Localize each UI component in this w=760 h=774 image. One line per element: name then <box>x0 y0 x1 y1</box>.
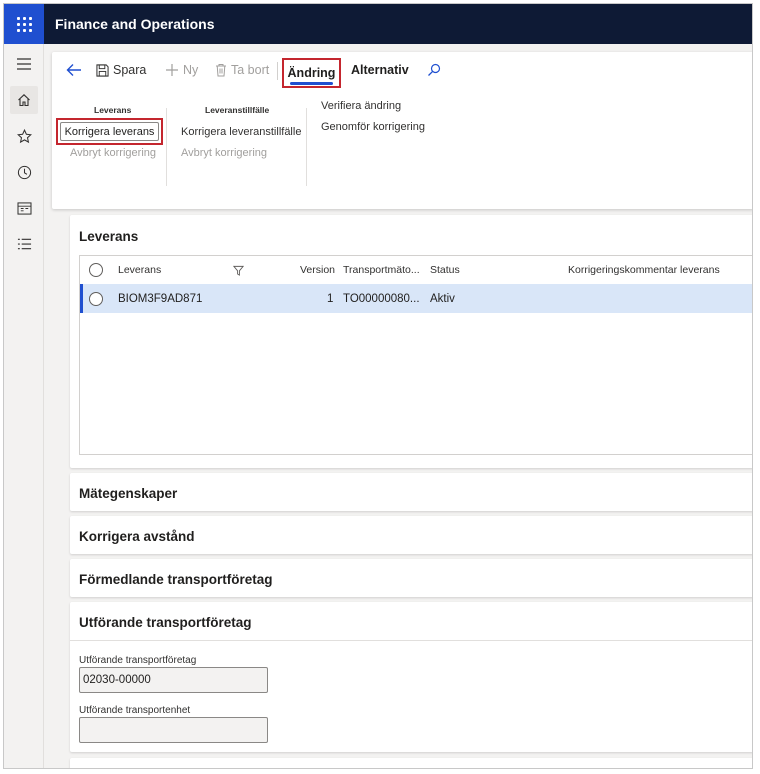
tab-andring[interactable]: Ändring <box>282 58 341 88</box>
column-header-transport[interactable]: Transportmäto... <box>343 256 420 284</box>
shipment-grid: Leverans Version Transportmäto... Status… <box>79 255 752 455</box>
delete-button[interactable]: Ta bort <box>215 52 269 88</box>
hamburger-icon[interactable] <box>10 50 38 78</box>
navigation-rail <box>4 44 44 768</box>
shipment-section-title[interactable]: Leverans <box>79 229 138 244</box>
clock-icon[interactable] <box>10 158 38 186</box>
intermediary-section[interactable]: Förmedlande transportföretag <box>70 559 752 597</box>
tab-andring-label: Ändring <box>287 66 336 80</box>
app-window: Finance and Operations Spara Ny Ta bort … <box>3 3 753 769</box>
save-button[interactable]: Spara <box>96 52 146 88</box>
column-header-shipment[interactable]: Leverans <box>118 256 161 284</box>
filter-icon[interactable] <box>233 256 244 284</box>
home-icon[interactable] <box>10 86 38 114</box>
star-icon[interactable] <box>10 122 38 150</box>
carrier-section-title[interactable]: Utförande transportföretag <box>79 615 252 630</box>
section-divider <box>70 640 752 641</box>
column-header-version[interactable]: Version <box>300 256 335 284</box>
save-label: Spara <box>113 63 147 77</box>
trash-icon <box>215 63 227 77</box>
transport-unit-label: Utförande transportenhet <box>79 705 191 716</box>
verify-change-button[interactable]: Verifiera ändring <box>321 100 401 112</box>
row-select-radio[interactable] <box>89 284 103 313</box>
grid-header: Leverans Version Transportmäto... Status… <box>80 256 752 284</box>
list-icon[interactable] <box>10 230 38 258</box>
apply-correction-button[interactable]: Genomför korrigering <box>321 121 425 133</box>
shipment-section: Leverans Leverans Version Transportmäto.… <box>70 215 752 468</box>
new-label: Ny <box>183 63 199 77</box>
select-all-radio[interactable] <box>89 256 103 284</box>
cell-transport: TO00000080... <box>343 292 420 305</box>
measure-section-title: Mätegenskaper <box>79 486 178 501</box>
correct-shipment-button[interactable]: Korrigera leverans <box>60 122 159 141</box>
search-icon[interactable] <box>427 63 441 77</box>
cell-version: 1 <box>327 292 334 305</box>
app-title: Finance and Operations <box>55 16 215 32</box>
plus-icon <box>165 63 179 77</box>
delete-label: Ta bort <box>231 63 270 77</box>
correct-shipment-instance-button[interactable]: Korrigera leveranstillfälle <box>181 126 301 138</box>
group-title-leveranstillfalle: Leveranstillfälle <box>205 105 270 115</box>
back-button[interactable] <box>66 52 86 88</box>
carrier-field[interactable]: 02030-00000 <box>79 667 268 693</box>
intermediary-section-title: Förmedlande transportföretag <box>79 572 273 587</box>
cancel-correction-shipment-button[interactable]: Avbryt korrigering <box>70 147 156 159</box>
waffle-icon[interactable] <box>4 4 44 44</box>
workspace-icon[interactable] <box>10 194 38 222</box>
active-tab-indicator <box>290 82 333 85</box>
group-title-leverans: Leverans <box>94 105 132 115</box>
tab-alternativ-label: Alternativ <box>351 63 409 77</box>
ribbon-group-divider <box>306 108 307 186</box>
next-section <box>70 758 752 768</box>
cell-status: Aktiv <box>430 292 455 305</box>
column-header-comment[interactable]: Korrigeringskommentar leverans <box>568 256 720 284</box>
carrier-field-label: Utförande transportföretag <box>79 655 197 666</box>
top-bar: Finance and Operations <box>4 4 752 44</box>
back-arrow-icon <box>66 63 82 77</box>
ribbon-group-divider <box>166 108 167 186</box>
carrier-section: Utförande transportföretag Utförande tra… <box>70 602 752 752</box>
action-pane: Spara Ny Ta bort Ändring Alternativ Leve… <box>52 52 752 209</box>
transport-unit-field[interactable] <box>79 717 268 743</box>
tab-alternativ[interactable]: Alternativ <box>351 52 409 88</box>
column-header-status[interactable]: Status <box>430 256 460 284</box>
distance-section-title: Korrigera avstånd <box>79 529 195 544</box>
cancel-correction-instance-button[interactable]: Avbryt korrigering <box>181 147 267 159</box>
save-icon <box>96 63 109 77</box>
new-button[interactable]: Ny <box>165 52 198 88</box>
toolbar-divider <box>277 62 278 80</box>
distance-section[interactable]: Korrigera avstånd <box>70 516 752 554</box>
measure-section[interactable]: Mätegenskaper <box>70 473 752 511</box>
table-row[interactable]: BIOM3F9AD871 1 TO00000080... Aktiv <box>80 284 752 313</box>
cell-shipment: BIOM3F9AD871 <box>118 292 203 305</box>
correct-shipment-button-highlight: Korrigera leverans <box>56 118 163 145</box>
